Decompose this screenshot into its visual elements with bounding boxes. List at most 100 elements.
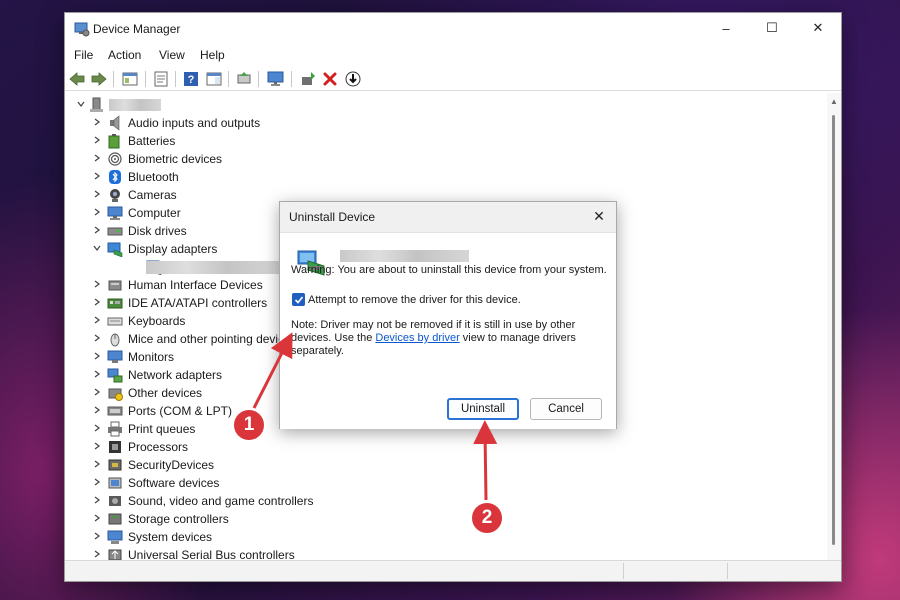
chevron-right-icon[interactable] — [93, 532, 101, 540]
chevron-right-icon[interactable] — [93, 118, 101, 126]
help-icon: ? — [184, 72, 198, 86]
tree-item[interactable]: System devices — [65, 528, 827, 546]
dialog-close-button[interactable]: ✕ — [590, 207, 608, 225]
back-button[interactable] — [68, 70, 86, 88]
tree-item-label: Disk drives — [128, 224, 187, 238]
security-icon — [108, 459, 122, 471]
tree-root[interactable] — [65, 96, 827, 114]
camera-icon — [110, 189, 120, 202]
menu-action[interactable]: Action — [108, 48, 141, 62]
properties-button[interactable] — [152, 70, 170, 88]
chevron-right-icon[interactable] — [93, 514, 101, 522]
tree-item[interactable]: Batteries — [65, 132, 827, 150]
tree-item[interactable]: Audio inputs and outputs — [65, 114, 827, 132]
scroll-up-arrow-icon[interactable]: ▲ — [830, 97, 838, 106]
close-button[interactable]: ✕ — [795, 13, 841, 43]
printer-icon — [108, 421, 122, 437]
tree-item-label: Biometric devices — [128, 152, 223, 166]
chevron-right-icon[interactable] — [93, 496, 101, 504]
tree-item[interactable]: Bluetooth — [65, 168, 827, 186]
chevron-right-icon[interactable] — [93, 478, 101, 486]
chevron-right-icon[interactable] — [93, 190, 101, 198]
warning-text: Warning: You are about to uninstall this… — [291, 264, 607, 276]
uninstall-button[interactable]: Uninstall — [447, 398, 519, 420]
tree-item-label: Cameras — [128, 188, 177, 202]
chevron-right-icon[interactable] — [93, 298, 101, 306]
cancel-button[interactable]: Cancel — [530, 398, 602, 420]
chevron-right-icon[interactable] — [93, 424, 101, 432]
fingerprint-icon — [108, 152, 122, 166]
tree-item[interactable]: Software devices — [65, 474, 827, 492]
chevron-right-icon[interactable] — [93, 442, 101, 450]
tree-item[interactable]: Biometric devices — [65, 150, 827, 168]
update-driver-icon — [237, 72, 251, 84]
vertical-scrollbar[interactable]: ▲ — [827, 93, 841, 563]
tree-item[interactable]: Sound, video and game controllers — [65, 492, 827, 510]
chevron-down-icon — [77, 101, 85, 107]
chevron-right-icon[interactable] — [93, 208, 101, 216]
scrollbar-thumb[interactable] — [832, 115, 835, 545]
chevron-right-icon[interactable] — [93, 406, 101, 414]
update-driver-button[interactable] — [235, 70, 253, 88]
chevron-right-icon[interactable] — [93, 550, 101, 558]
tree-item-label: System devices — [128, 530, 213, 544]
svg-text:?: ? — [188, 74, 195, 86]
redacted-device-name — [340, 250, 469, 262]
action-pane-button[interactable] — [205, 70, 223, 88]
menu-file[interactable]: File — [74, 48, 93, 62]
port-icon — [107, 406, 123, 416]
menu-view[interactable]: View — [159, 48, 185, 62]
chevron-right-icon[interactable] — [93, 370, 101, 378]
chevron-right-icon[interactable] — [93, 460, 101, 468]
red-x-icon — [323, 72, 337, 86]
mouse-icon — [110, 333, 120, 347]
chevron-right-icon[interactable] — [93, 316, 101, 324]
tree-item-label: Computer — [128, 206, 181, 220]
processor-icon — [109, 441, 121, 453]
chevron-right-icon[interactable] — [93, 280, 101, 288]
chevron-right-icon[interactable] — [93, 226, 101, 234]
tree-item-label: SecurityDevices — [128, 458, 215, 472]
uninstall-device-button[interactable] — [321, 70, 339, 88]
scan-hardware-button[interactable] — [267, 70, 285, 88]
minimize-button[interactable]: – — [703, 13, 749, 43]
remove-driver-checkbox-label[interactable]: Attempt to remove the driver for this de… — [308, 294, 521, 306]
enable-device-button[interactable] — [299, 70, 317, 88]
bluetooth-icon — [109, 170, 121, 184]
tree-item-label: Audio inputs and outputs — [128, 116, 261, 130]
tree-item-label: Processors — [128, 440, 189, 454]
computer-icon — [107, 206, 123, 220]
menu-help[interactable]: Help — [200, 48, 225, 62]
toolbar: ? — [65, 68, 841, 91]
devices-by-driver-link[interactable]: Devices by driver — [375, 332, 459, 344]
forward-button[interactable] — [90, 70, 108, 88]
help-button[interactable]: ? — [182, 70, 200, 88]
computer-root-icon — [90, 97, 103, 112]
chevron-right-icon[interactable] — [93, 136, 101, 144]
chevron-right-icon[interactable] — [93, 352, 101, 360]
show-hide-console-tree-button[interactable] — [121, 70, 139, 88]
tree-item[interactable]: Processors — [65, 438, 827, 456]
tree-item-label: Keyboards — [128, 314, 186, 328]
tree-item-label: Print queues — [128, 422, 196, 436]
hid-icon — [108, 280, 122, 291]
tree-item-label: Software devices — [128, 476, 220, 490]
properties-icon — [154, 71, 168, 87]
title-bar[interactable]: Device Manager – ☐ ✕ — [65, 13, 841, 45]
enable-device-icon — [302, 72, 315, 85]
tree-item[interactable]: Storage controllers — [65, 510, 827, 528]
chevron-right-icon[interactable] — [93, 334, 101, 342]
chevron-right-icon[interactable] — [93, 172, 101, 180]
maximize-button[interactable]: ☐ — [749, 13, 795, 43]
chevron-right-icon[interactable] — [93, 154, 101, 162]
sound-icon — [109, 496, 121, 506]
chevron-right-icon[interactable] — [93, 388, 101, 396]
remove-driver-checkbox[interactable] — [292, 293, 305, 306]
chevron-down-icon[interactable] — [93, 244, 101, 252]
console-tree-icon — [122, 72, 138, 86]
tree-item[interactable]: SecurityDevices — [65, 456, 827, 474]
keyboard-icon — [107, 317, 123, 326]
tree-item-label: Other devices — [128, 386, 203, 400]
display-adapter-icon — [107, 242, 123, 257]
download-driver-button[interactable] — [344, 70, 362, 88]
